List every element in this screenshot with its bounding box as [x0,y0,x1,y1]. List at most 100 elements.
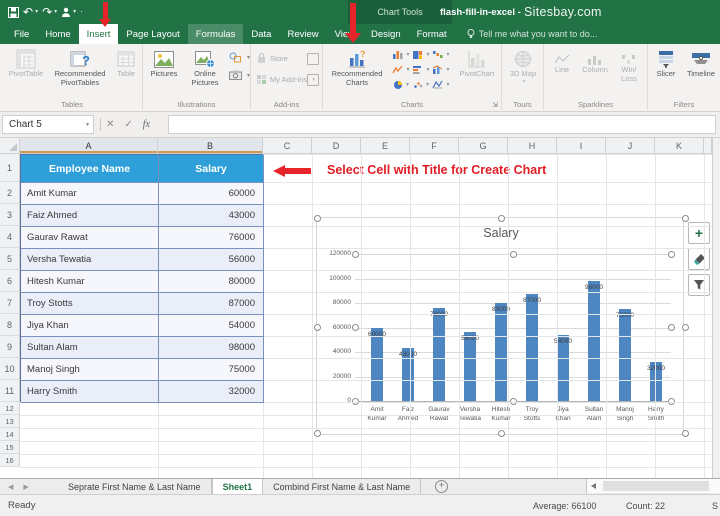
undo-caret-icon[interactable]: ▾ [35,9,38,15]
recommended-charts-button[interactable]: ? Recommended Charts [326,48,388,87]
select-all-corner[interactable] [0,138,20,154]
table-row-11-name[interactable]: Harry Smith [21,381,159,403]
tab-page-layout[interactable]: Page Layout [118,24,187,44]
table-row-9-name[interactable]: Sultan Alam [21,337,159,359]
row-header-5[interactable]: 5 [0,248,20,270]
prev-sheet-icon[interactable]: ◀ [8,483,13,491]
sparkline-column-button[interactable]: Column [580,52,610,75]
selection-handle[interactable] [668,324,675,331]
column-header-e[interactable]: E [361,138,410,154]
new-sheet-button[interactable]: + [435,480,448,493]
table-row-9-salary[interactable]: 98000 [159,337,264,359]
insert-bar-chart-button[interactable]: ▾ [411,62,431,77]
redo-caret-icon[interactable]: ▾ [54,9,57,15]
tab-data[interactable]: Data [243,24,279,44]
tab-format[interactable]: Format [409,24,455,44]
selection-handle[interactable] [498,215,505,222]
selection-handle[interactable] [668,251,675,258]
table-row-5-name[interactable]: Versha Tewatia [21,249,159,271]
store-extra-icon[interactable] [307,53,319,65]
chart-bar-hitesh-kumar[interactable] [495,303,507,401]
chart-bar-gaurav-rawat[interactable] [433,308,445,401]
touch-mode-caret-icon[interactable]: ▾ [73,9,76,15]
table-row-4-salary[interactable]: 76000 [159,227,264,249]
table-row-7-name[interactable]: Troy Stotts [21,293,159,315]
screenshot-button[interactable]: ▾ [229,70,250,80]
tab-design[interactable]: Design [363,24,409,44]
name-box-caret-icon[interactable]: ▾ [86,121,89,128]
chart-bar-troy-stotts[interactable] [526,294,538,401]
sparkline-line-button[interactable]: Line [548,52,576,75]
chart-title[interactable]: Salary [317,226,685,240]
pivotchart-button[interactable]: PivotChart [455,48,499,79]
my-addins-extra-icon[interactable] [307,74,319,86]
insert-hierarchy-chart-button[interactable]: ▾ [411,47,431,62]
sparkline-winloss-button[interactable]: Win/ Loss [614,52,644,83]
selection-handle[interactable] [682,324,689,331]
timeline-button[interactable]: Timeline [684,48,718,79]
table-row-8-salary[interactable]: 54000 [159,315,264,337]
insert-surface-chart-button[interactable]: ▾ [431,77,451,92]
tab-insert[interactable]: Insert [79,24,119,44]
save-button[interactable] [8,7,19,18]
insert-stock-chart-button[interactable]: ▾ [391,62,411,77]
table-row-4-name[interactable]: Gaurav Rawat [21,227,159,249]
table-row-2-name[interactable]: Amit Kumar [21,183,159,205]
selection-handle[interactable] [352,251,359,258]
table-row-8-name[interactable]: Jiya Khan [21,315,159,337]
selection-handle[interactable] [314,430,321,437]
chart-bar-amit-kumar[interactable] [371,328,383,402]
online-pictures-button[interactable]: Online Pictures [185,48,225,87]
row-header-2[interactable]: 2 [0,182,20,204]
vertical-scrollbar[interactable] [712,138,720,478]
formula-input[interactable] [168,115,716,134]
table-row-10-salary[interactable]: 75000 [159,359,264,381]
insert-waterfall-chart-button[interactable]: ▾ [431,47,451,62]
column-header-f[interactable]: F [410,138,459,154]
row-header-10[interactable]: 10 [0,358,20,380]
selection-handle[interactable] [510,251,517,258]
column-header-h[interactable]: H [508,138,557,154]
row-header-11[interactable]: 11 [0,380,20,402]
column-header-k[interactable]: K [655,138,704,154]
table-row-5-salary[interactable]: 56000 [159,249,264,271]
3d-map-button[interactable]: 3D Map ▾ [505,48,541,86]
table-header-salary[interactable]: Salary [159,155,264,183]
table-row-6-salary[interactable]: 80000 [159,271,264,293]
row-header-14[interactable]: 14 [0,428,20,441]
table-row-11-salary[interactable]: 32000 [159,381,264,403]
tab-formulas[interactable]: Formulas [188,24,244,44]
store-button[interactable]: Store [256,53,288,64]
row-header-7[interactable]: 7 [0,292,20,314]
chart-styles-button[interactable] [688,248,710,270]
slicer-button[interactable]: Slicer [650,48,682,79]
worksheet-grid[interactable]: Select Cell with Title for Create Chart … [0,138,720,478]
insert-column-chart-button[interactable]: ▾ [391,47,411,62]
tab-home[interactable]: Home [37,24,78,44]
insert-combo-chart-button[interactable]: ▾ [431,62,451,77]
table-row-3-name[interactable]: Faiz Ahmed [21,205,159,227]
customize-qat-button[interactable]: · [80,8,83,16]
table-row-3-salary[interactable]: 43000 [159,205,264,227]
row-header-13[interactable]: 13 [0,415,20,428]
sheet-tab-combind-first-name-last-name[interactable]: Combind First Name & Last Name [263,479,421,494]
tab-file[interactable]: File [6,24,37,44]
tell-me-box[interactable]: Tell me what you want to do... [467,24,598,44]
recommended-pivottables-button[interactable]: ? Recommended PivotTables [50,48,110,87]
column-header-a[interactable]: A [20,138,158,154]
insert-pie-chart-button[interactable]: ▾ [391,77,411,92]
name-box[interactable]: Chart 5 ▾ [2,115,94,134]
row-header-1[interactable]: 1 [0,154,20,182]
pictures-button[interactable]: Pictures [146,48,182,79]
selection-handle[interactable] [314,324,321,331]
row-header-4[interactable]: 4 [0,226,20,248]
scroll-left-icon[interactable] [591,483,596,489]
selection-handle[interactable] [682,215,689,222]
chart-bar-manoj-singh[interactable] [619,309,631,401]
sheet-tab-seprate-first-name-last-name[interactable]: Seprate First Name & Last Name [58,479,212,494]
row-header-16[interactable]: 16 [0,454,20,467]
row-header-12[interactable]: 12 [0,402,20,415]
horizontal-scrollbar[interactable] [586,479,720,493]
redo-button[interactable]: ↷▾ [42,6,57,18]
undo-button[interactable]: ↶▾ [23,6,38,18]
